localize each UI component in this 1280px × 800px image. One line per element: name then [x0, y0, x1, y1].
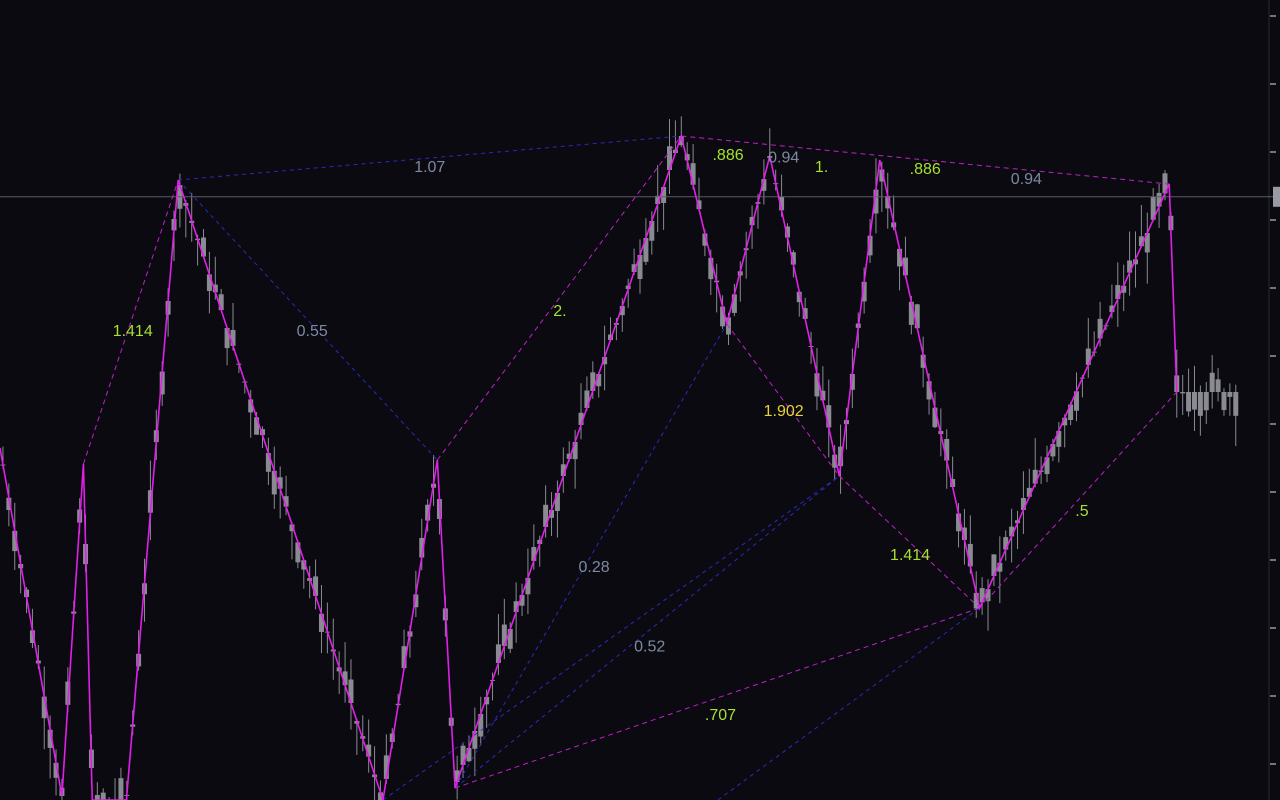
ratio-label: 0.52: [634, 638, 665, 655]
ratio-label: 1.: [815, 159, 828, 176]
current-price-marker: [1273, 186, 1280, 207]
chart-background: [0, 0, 1280, 800]
ratio-label: 0.55: [297, 323, 328, 340]
ratio-label: 1.07: [414, 159, 445, 176]
ratio-label: 2.: [553, 303, 566, 320]
candle-body: [1197, 392, 1203, 416]
candle-body: [1233, 392, 1239, 416]
candle-body: [100, 792, 106, 800]
ratio-label: 1.414: [113, 323, 153, 340]
candle-body: [1209, 372, 1215, 392]
ratio-label: 0.94: [768, 150, 799, 167]
ratio-label: 0.94: [1011, 171, 1042, 188]
ratio-label: .886: [910, 161, 941, 178]
ratio-label: .5: [1075, 503, 1088, 520]
ratio-label: 1.902: [764, 403, 804, 420]
candle-body: [118, 778, 124, 800]
ratio-label: 0.28: [579, 559, 610, 576]
candle-body: [1180, 392, 1186, 394]
ratio-label: .707: [705, 707, 736, 724]
candle-body: [1191, 392, 1197, 410]
candle-body: [1186, 392, 1192, 412]
ratio-label: .886: [712, 147, 743, 164]
candle-body: [1221, 392, 1227, 411]
candle-body: [1227, 392, 1233, 397]
candle-body: [1215, 379, 1221, 392]
candle-body: [525, 577, 531, 595]
candle-body: [572, 441, 578, 460]
candle-body: [1203, 392, 1209, 411]
candle-body: [254, 417, 260, 435]
ratio-label: 1.414: [890, 547, 930, 564]
harmonic-pattern-chart[interactable]: 1.414 1.07 0.55 2. .886 0.94 1. .886 0.94 1.902 0.…: [0, 0, 1280, 800]
candle-body: [318, 613, 324, 632]
